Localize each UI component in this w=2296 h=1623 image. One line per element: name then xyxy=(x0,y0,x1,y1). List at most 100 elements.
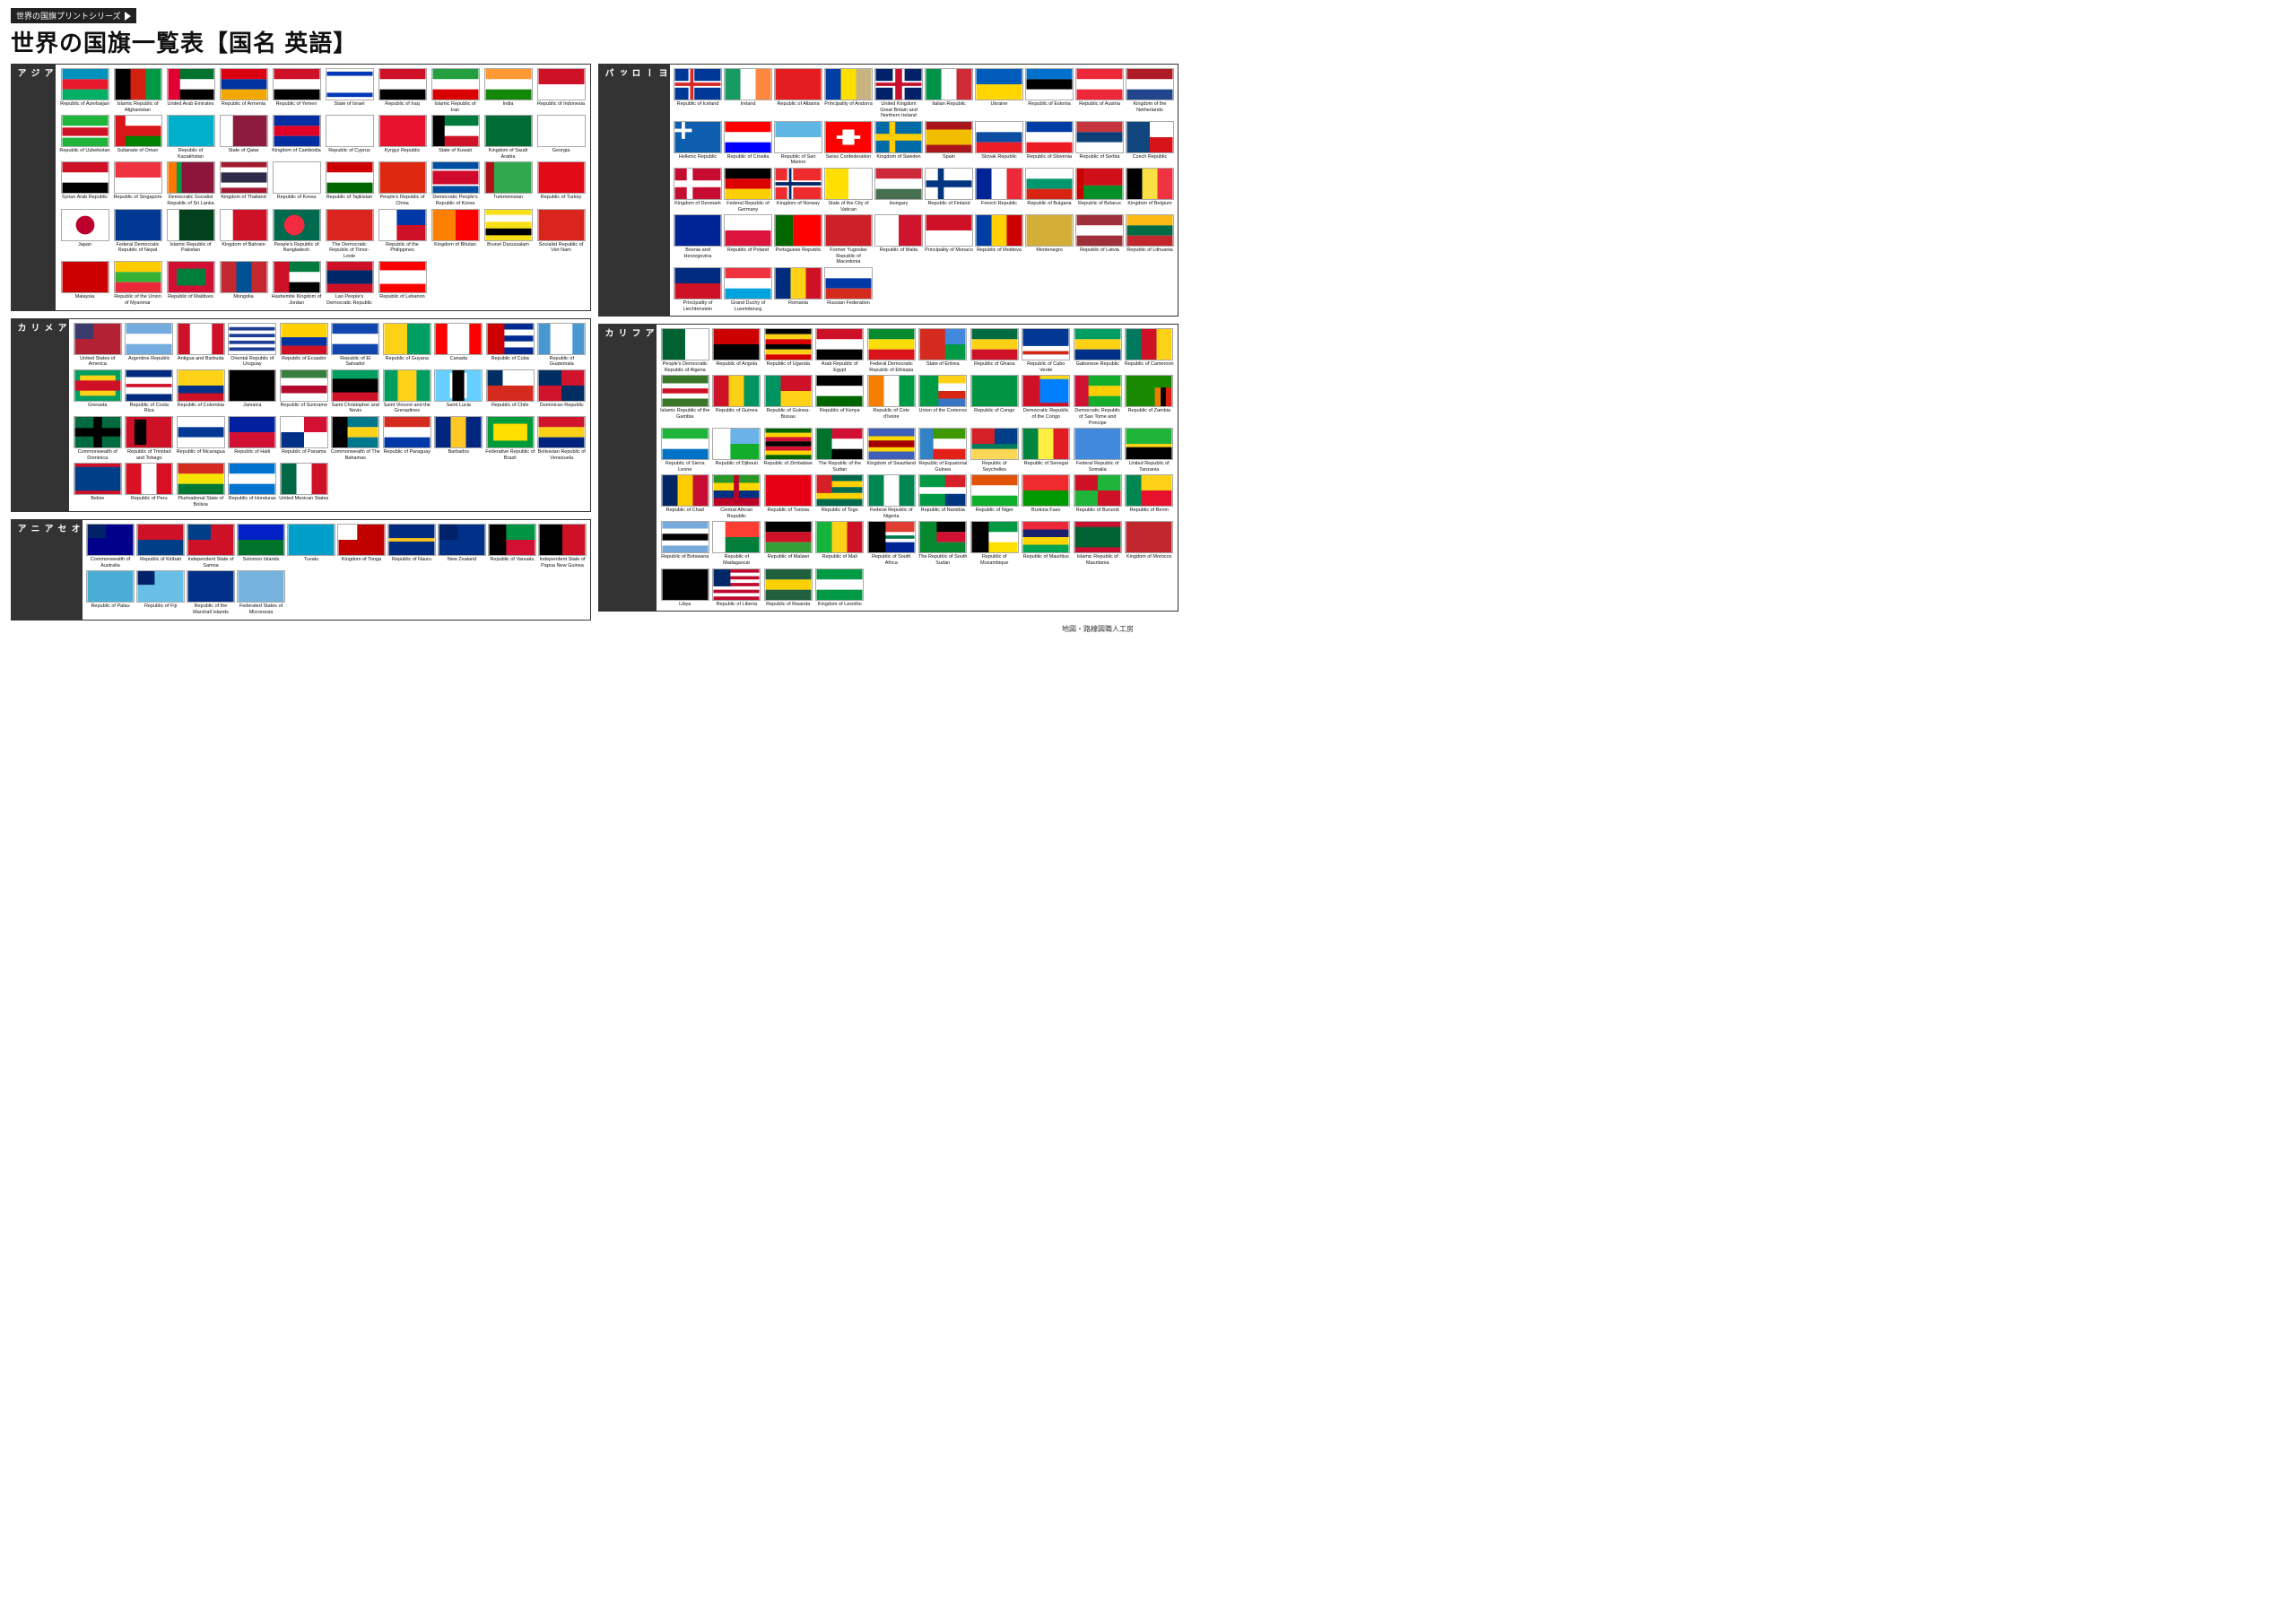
flag-name-st: Democratic Republic of Sao Tome and Prin… xyxy=(1073,408,1123,426)
flag-name-ec: Republic of Ecuador xyxy=(282,356,326,362)
flag-name-jp: Japan xyxy=(78,242,91,248)
flag-name-gy: Republic of Guyana xyxy=(386,356,429,362)
flag-box-ge xyxy=(537,115,586,147)
flag-box-cm xyxy=(1125,328,1173,360)
flag-item-ma: Kingdom of Morocco xyxy=(1125,521,1175,566)
flag-name-gr: Hellenic Republic xyxy=(679,154,718,161)
flag-name-cy: Republic of Cyprus xyxy=(328,148,370,154)
flag-name-ml: Republic of Mali xyxy=(822,554,857,560)
flag-item-fr: French Republic xyxy=(975,168,1023,213)
flag-item-ge: Georgia xyxy=(535,115,587,160)
flag-name-ph: Republic of the Philippines xyxy=(377,242,428,254)
flag-name-hr: Republic of Croatia xyxy=(727,154,770,161)
flag-item-gh: Republic of Ghana xyxy=(970,328,1020,373)
flag-name-sm: Republic of San Marino xyxy=(774,154,822,166)
flag-box-mw xyxy=(764,521,813,553)
flag-name-vu: Republic of Vanuatu xyxy=(490,557,534,563)
flag-box-hu xyxy=(874,168,923,200)
flag-box-ph xyxy=(378,209,427,241)
flag-box-na xyxy=(918,474,967,507)
flag-item-bi: Republic of Burundi xyxy=(1073,474,1123,519)
flag-item-us: United States of America xyxy=(73,323,123,368)
flag-name-tt: Republic of Trinidad and Tobago xyxy=(125,449,175,461)
flag-name-tr: Republic of Turkey xyxy=(541,195,582,201)
flag-item-to: Kingdom of Tonga xyxy=(337,524,386,568)
flag-box-fr xyxy=(975,168,1023,200)
flag-item-jo: Hashemite Kingdom of Jordan xyxy=(271,261,322,306)
flag-box-ae xyxy=(167,68,215,100)
flag-item-sc: Republic of Seychelles xyxy=(970,428,1020,473)
flag-box-ag xyxy=(177,323,225,355)
america-content: United States of AmericaArgentine Republ… xyxy=(69,319,590,512)
flag-item-bs: Commonwealth of The Bahamas xyxy=(331,416,381,461)
flag-box-mz xyxy=(970,521,1019,553)
flag-item-bz: Belize xyxy=(73,463,123,508)
flag-name-dz: People's Democratic Republic of Algeria xyxy=(660,361,710,373)
flag-item-pw: Republic of Palau xyxy=(86,570,135,615)
flag-item-er: State of Eritrea xyxy=(918,328,969,373)
flag-item-ga: Gabonese Republic xyxy=(1073,328,1123,373)
flag-item-id: Republic of Indonesia xyxy=(535,68,587,113)
flag-name-ls: Kingdom of Lesotho xyxy=(818,602,862,608)
flag-box-ye xyxy=(273,68,321,100)
flag-item-dj: Republic of Djibouti xyxy=(712,428,762,473)
flag-box-sm xyxy=(774,121,822,153)
flag-box-st xyxy=(1074,375,1122,407)
flag-name-al: Republic of Albania xyxy=(777,101,819,108)
flag-item-co: Republic of Colombia xyxy=(176,369,226,414)
flag-name-ad: Principality of Andorra xyxy=(824,101,873,108)
flag-item-qa: State of Qatar xyxy=(218,115,269,160)
flag-item-gm: Islamic Republic of the Gambia xyxy=(660,375,710,426)
flag-name-bd: People's Republic of Bangladesh xyxy=(271,242,322,254)
flag-item-mv: Republic of Maldives xyxy=(165,261,216,306)
flag-name-eg: Arab Republic of Egypt xyxy=(815,361,865,373)
flag-box-dz xyxy=(661,328,709,360)
footer: 地図・路線図職人工房 xyxy=(11,624,1137,634)
flag-item-tm: Turkmenistan xyxy=(483,161,534,206)
flag-name-pt: Portuguese Republic xyxy=(775,247,821,254)
flag-item-gq: Republic of Equatorial Guinea xyxy=(918,428,969,473)
flag-box-ro xyxy=(774,267,822,299)
flag-name-pl: Republic of Poland xyxy=(727,247,769,254)
flag-name-il: State of Israel xyxy=(335,101,365,108)
flag-item-sl: Republic of Sierra Leone xyxy=(660,428,710,473)
flag-item-np: Federal Democratic Republic of Nepal xyxy=(112,209,163,260)
flag-item-ng: Federal Republic of Nigeria xyxy=(866,474,917,519)
flag-item-is: Republic of Iceland xyxy=(674,68,722,119)
flag-box-bn xyxy=(484,209,533,241)
flag-box-bt xyxy=(431,209,480,241)
flag-name-ws: Independent State of Samoa xyxy=(187,557,235,568)
flag-box-kg xyxy=(378,115,427,147)
flag-item-th: Kingdom of Thailand xyxy=(218,161,269,206)
flag-item-hu: Hungary xyxy=(874,168,923,213)
flag-item-st: Democratic Republic of Sao Tome and Prin… xyxy=(1073,375,1123,426)
flag-item-iq: Republic of Iraq xyxy=(377,68,428,113)
flag-item-bb: Barbados xyxy=(434,416,484,461)
flag-box-dk xyxy=(674,168,722,200)
flag-name-me: Montenegro xyxy=(1036,247,1062,254)
flag-box-ki xyxy=(136,524,185,556)
flag-item-bf: Burkina Faso xyxy=(1022,474,1072,519)
flag-box-tt xyxy=(125,416,173,448)
flag-box-to xyxy=(337,524,386,556)
flag-item-mw: Republic of Malawi xyxy=(763,521,813,566)
flag-box-kp xyxy=(431,161,480,194)
flag-box-sz xyxy=(867,428,916,460)
flag-item-es: Spain xyxy=(925,121,973,166)
africa-content: People's Democratic Republic of Algeria R… xyxy=(657,325,1178,611)
flag-box-bj xyxy=(1125,474,1173,507)
flag-name-vn: Socialist Republic of Viet Nam xyxy=(535,242,587,254)
flag-box-rs xyxy=(1075,121,1124,153)
europe-section: ヨーロッパ Republic of IcelandIrelandRepublic… xyxy=(598,64,1178,317)
flag-box-ad xyxy=(824,68,873,100)
flag-name-fj: Republic of Fiji xyxy=(144,603,177,610)
flag-name-kp: Democratic People's Republic of Korea xyxy=(430,195,481,206)
flag-item-gw: Republic of Guinea-Bissau xyxy=(763,375,813,426)
flag-item-bt: Kingdom of Bhutan xyxy=(430,209,481,260)
flag-item-tz: United Republic of Tanzania xyxy=(1125,428,1175,473)
flag-item-fi: Republic of Finland xyxy=(925,168,973,213)
flag-box-uz xyxy=(61,115,109,147)
page-title: 世界の国旗一覧表【国名 英語】 xyxy=(11,25,1137,58)
flag-name-kz: Republic of Kazakhstan xyxy=(165,148,216,160)
flag-name-sd: The Republic of the Sudan xyxy=(815,461,865,473)
